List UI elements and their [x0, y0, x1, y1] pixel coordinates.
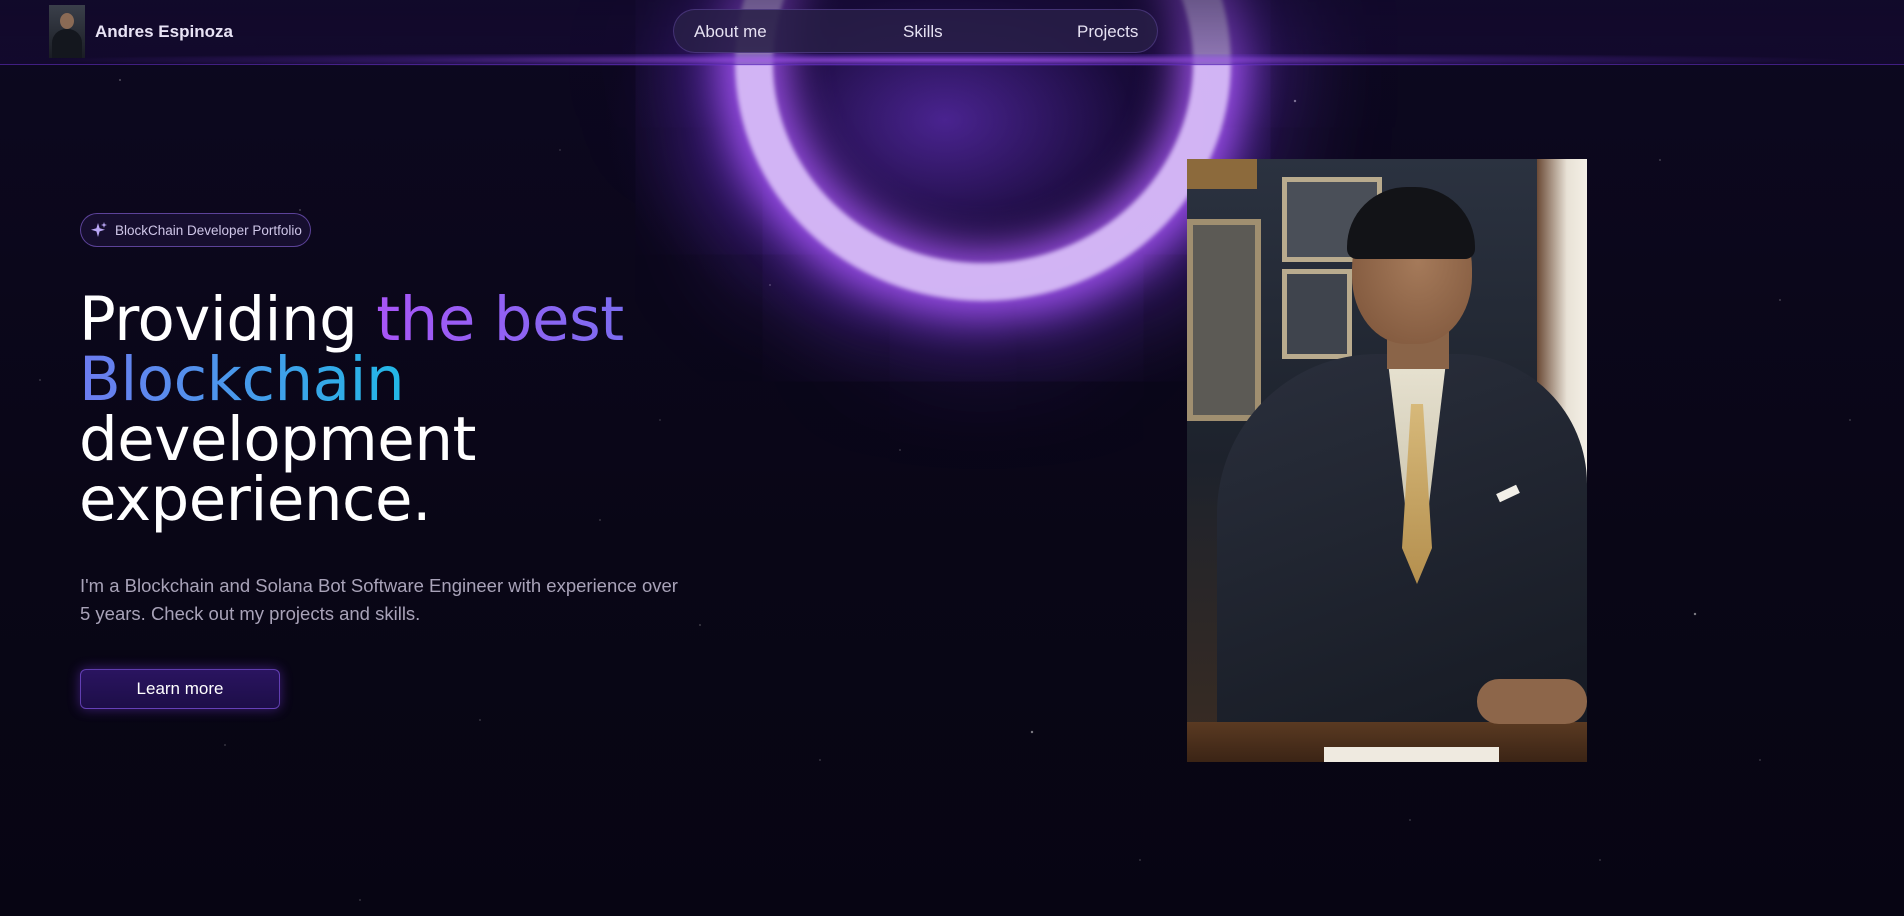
- site-header: Andres Espinoza About me Skills Projects: [0, 0, 1904, 65]
- portfolio-badge: BlockChain Developer Portfolio: [80, 213, 311, 247]
- badge-text: BlockChain Developer Portfolio: [115, 222, 302, 238]
- headline-part-the-best: the best: [376, 284, 624, 355]
- profile-portrait: [1187, 159, 1587, 762]
- sparkles-icon: [89, 220, 109, 240]
- nav-link-skills[interactable]: Skills: [903, 22, 943, 42]
- hero-headline: Providing the best Blockchain development e…: [79, 289, 624, 530]
- brand-name: Andres Espinoza: [95, 21, 233, 41]
- nav-link-about-me[interactable]: About me: [694, 22, 767, 42]
- learn-more-button[interactable]: Learn more: [80, 669, 280, 709]
- brand-link[interactable]: Andres Espinoza: [49, 5, 233, 58]
- nav-link-projects[interactable]: Projects: [1077, 22, 1138, 42]
- page: Andres Espinoza About me Skills Projects…: [0, 0, 1904, 916]
- main-nav: About me Skills Projects: [673, 9, 1158, 53]
- headline-part-experience: experience.: [79, 464, 431, 535]
- avatar: [49, 5, 85, 58]
- hero-description: I'm a Blockchain and Solana Bot Software…: [80, 575, 678, 624]
